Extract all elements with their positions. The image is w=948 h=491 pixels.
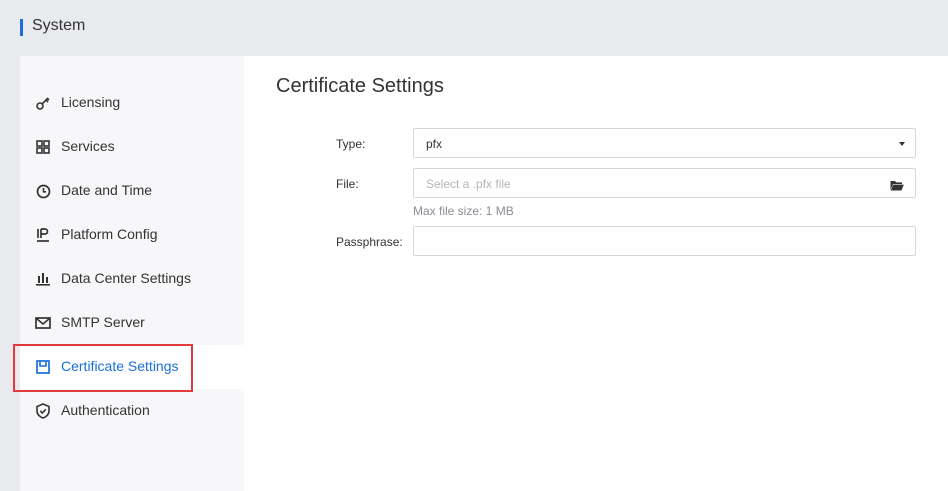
file-input-placeholder: Select a .pfx file (426, 177, 511, 191)
sidebar: Licensing Services Date and Time Platfor… (20, 56, 244, 491)
file-label: File: (336, 177, 359, 191)
sidebar-item-label: Authentication (61, 402, 150, 418)
page-title: Certificate Settings (276, 75, 444, 97)
bar-chart-icon (35, 271, 51, 287)
key-icon (35, 95, 51, 111)
sidebar-item-label: Certificate Settings (61, 358, 179, 374)
file-input[interactable]: Select a .pfx file (413, 168, 916, 198)
sidebar-item-certificate-settings[interactable]: Certificate Settings (20, 345, 244, 389)
sidebar-item-label: Date and Time (61, 182, 153, 198)
sidebar-item-services[interactable]: Services (20, 125, 244, 169)
ip-icon (35, 227, 51, 243)
grid-icon (35, 139, 51, 155)
page-section-title: System (32, 17, 86, 34)
sidebar-item-platform-config[interactable]: Platform Config (20, 213, 244, 257)
folder-open-icon[interactable] (890, 178, 904, 196)
sidebar-item-date-and-time[interactable]: Date and Time (20, 169, 244, 213)
mail-icon (35, 315, 51, 331)
title-accent-bar (20, 19, 23, 36)
certificate-icon (35, 359, 51, 375)
sidebar-item-authentication[interactable]: Authentication (20, 389, 244, 433)
sidebar-item-licensing[interactable]: Licensing (20, 81, 244, 125)
passphrase-label: Passphrase: (336, 235, 403, 249)
sidebar-item-data-center-settings[interactable]: Data Center Settings (20, 257, 244, 301)
passphrase-input[interactable] (413, 226, 916, 256)
type-label: Type: (336, 137, 366, 151)
caret-down-icon (899, 142, 905, 146)
sidebar-item-label: Platform Config (61, 226, 158, 242)
shield-icon (35, 403, 51, 419)
sidebar-item-label: SMTP Server (61, 314, 145, 330)
type-select[interactable]: pfx (413, 128, 916, 158)
main-content: Certificate Settings Type: pfx File: Sel… (244, 56, 948, 491)
file-size-hint: Max file size: 1 MB (413, 204, 514, 218)
clock-icon (35, 183, 51, 199)
sidebar-item-smtp-server[interactable]: SMTP Server (20, 301, 244, 345)
type-select-value: pfx (426, 137, 443, 151)
top-bar: System (0, 0, 948, 56)
sidebar-item-label: Services (61, 138, 115, 154)
sidebar-item-label: Licensing (61, 94, 121, 110)
sidebar-item-label: Data Center Settings (61, 270, 191, 286)
